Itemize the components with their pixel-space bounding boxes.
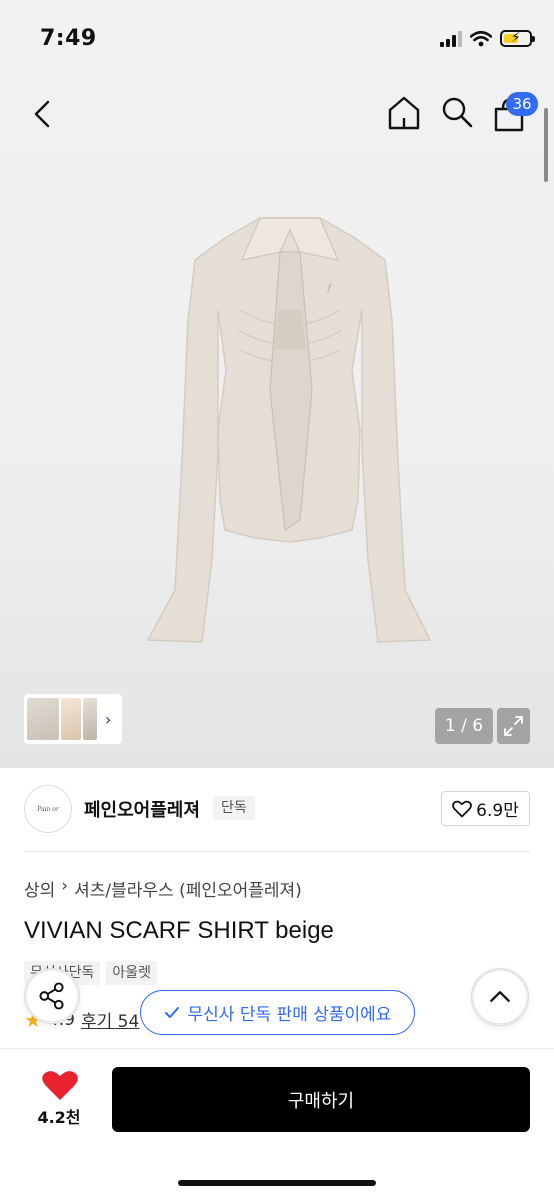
- brand-like-count: 6.9만: [476, 801, 519, 821]
- battery-icon: ⚡: [500, 30, 535, 47]
- heart-filled-icon[interactable]: [34, 1068, 86, 1104]
- heart-outline-icon: [452, 800, 473, 817]
- home-indicator: [178, 1180, 376, 1186]
- share-button[interactable]: [24, 968, 80, 1024]
- brand-like-button[interactable]: 6.9만: [441, 791, 530, 826]
- buy-button[interactable]: 구매하기: [112, 1067, 530, 1132]
- divider: [24, 851, 530, 852]
- signal-icon: [440, 30, 462, 47]
- wifi-icon: [470, 30, 492, 46]
- expand-icon[interactable]: [497, 708, 530, 744]
- home-icon[interactable]: [386, 94, 422, 132]
- brand-logo[interactable]: Pain or pleasure: [24, 785, 72, 833]
- status-icons: ⚡: [440, 30, 535, 47]
- exclusive-notice-pill[interactable]: 무신사 단독 판매 상품이에요: [140, 990, 415, 1035]
- brand-name[interactable]: 페인오어플레져: [84, 796, 200, 822]
- thumbnail-2[interactable]: [61, 698, 81, 740]
- breadcrumb: 상의 › 셔츠/블라우스 (페인오어플레져): [24, 876, 302, 901]
- cart-count-badge: 36: [506, 92, 538, 116]
- chevron-right-icon: ›: [61, 876, 69, 896]
- like-count: 4.2천: [37, 1108, 81, 1127]
- scroll-to-top-button[interactable]: [471, 968, 529, 1026]
- back-arrow-icon[interactable]: [28, 96, 58, 132]
- breadcrumb-item-subcategory[interactable]: 셔츠/블라우스 (페인오어플레져): [74, 876, 302, 901]
- product-photo: ƒ: [146, 217, 432, 643]
- product-tag: 아울렛: [106, 961, 158, 985]
- breadcrumb-item-category[interactable]: 상의: [24, 876, 55, 901]
- product-image-gallery[interactable]: ƒ: [0, 80, 554, 768]
- product-title: VIVIAN SCARF SHIRT beige: [24, 917, 334, 944]
- image-counter: 1 / 6: [435, 708, 493, 744]
- thumbnail-3[interactable]: [83, 698, 97, 740]
- search-icon[interactable]: [440, 94, 474, 132]
- thumbnail-next-arrow-icon[interactable]: ›: [105, 710, 111, 729]
- status-bar: 7:49 ⚡: [0, 0, 554, 80]
- exclusive-notice-text: 무신사 단독 판매 상품이에요: [187, 1005, 392, 1025]
- thumbnail-1[interactable]: [27, 698, 59, 740]
- check-icon: [164, 1006, 179, 1018]
- brand-exclusive-tag: 단독: [213, 796, 255, 820]
- thumbnail-strip[interactable]: ›: [24, 694, 122, 744]
- top-navigation: [0, 90, 554, 140]
- review-link[interactable]: 후기 54: [81, 1007, 139, 1032]
- scrollbar[interactable]: [544, 108, 548, 182]
- status-time: 7:49: [40, 26, 97, 51]
